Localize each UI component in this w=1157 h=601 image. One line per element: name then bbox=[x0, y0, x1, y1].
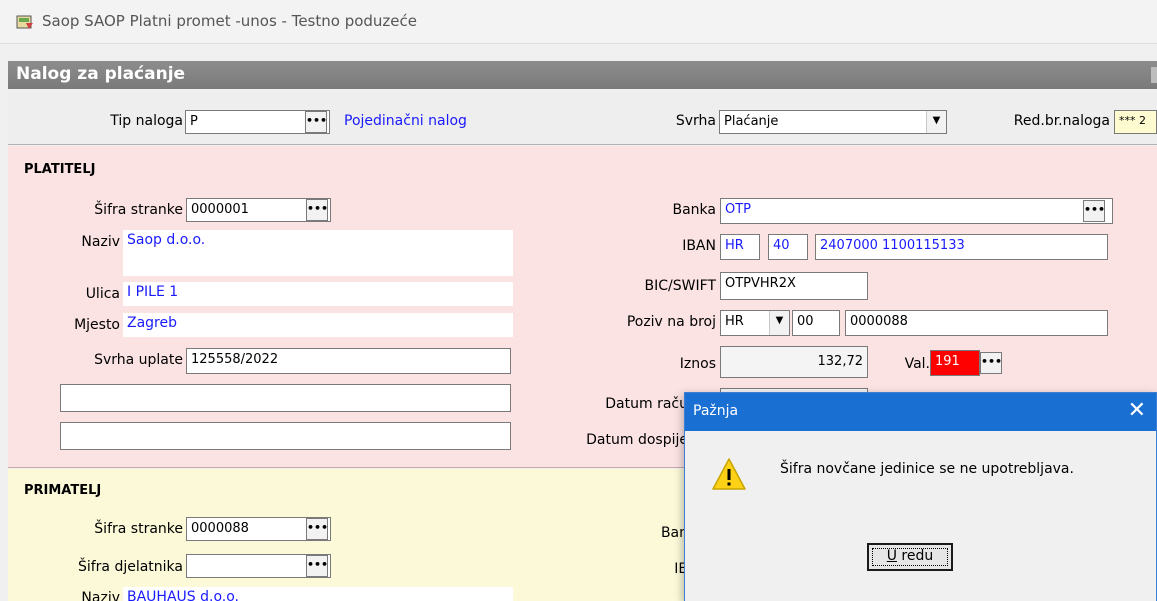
focus-ring bbox=[872, 548, 948, 566]
tip-naloga-value: P bbox=[190, 114, 198, 129]
form-header: Nalog za plaćanje bbox=[8, 61, 1157, 89]
platitelj-poziv-model-field[interactable]: 00 bbox=[792, 310, 840, 336]
dialog-body: Šifra novčane jedinice se ne upotrebljav… bbox=[685, 431, 1156, 601]
platitelj-naziv-value: Saop d.o.o. bbox=[127, 232, 206, 248]
primatelj-sifra-value: 0000088 bbox=[191, 521, 249, 536]
platitelj-iban-country-value: HR bbox=[725, 238, 744, 253]
tip-naloga-description: Pojedinačni nalog bbox=[344, 113, 467, 129]
platitelj-sifra-label: Šifra stranke bbox=[94, 202, 183, 218]
platitelj-banka-value: OTP bbox=[725, 202, 752, 217]
dialog-title: Pažnja bbox=[693, 403, 739, 419]
platitelj-iban-check-field[interactable]: 40 bbox=[768, 234, 808, 260]
ok-button[interactable]: U redu bbox=[867, 543, 953, 571]
primatelj-naziv-value: BAUHAUS d.o.o. bbox=[127, 589, 239, 601]
order-type-row: Tip naloga P ••• Pojedinačni nalog Svrha… bbox=[8, 90, 1157, 145]
platitelj-iznos-value: 132,72 bbox=[817, 354, 864, 369]
primatelj-naziv-label: Naziv bbox=[81, 590, 120, 601]
platitelj-poziv-label: Poziv na broj bbox=[626, 314, 716, 330]
form-title: Nalog za plaćanje bbox=[16, 64, 186, 84]
platitelj-naziv-field[interactable]: Saop d.o.o. bbox=[123, 230, 513, 276]
platitelj-iban-country-field[interactable]: HR bbox=[720, 234, 760, 260]
platitelj-sifra-value: 0000001 bbox=[191, 202, 249, 217]
platitelj-naziv-label: Naziv bbox=[81, 234, 120, 250]
platitelj-poziv-model-value: 00 bbox=[797, 314, 814, 329]
app-icon bbox=[16, 15, 33, 29]
platitelj-sifra-lookup-button[interactable]: ••• bbox=[306, 199, 328, 221]
platitelj-svrha-uplate-field[interactable]: 125558/2022 bbox=[186, 348, 511, 374]
redbr-value: *** 2 bbox=[1119, 114, 1146, 127]
tip-naloga-label: Tip naloga bbox=[110, 113, 183, 129]
primatelj-naziv-field[interactable]: BAUHAUS d.o.o. bbox=[123, 587, 513, 601]
platitelj-mjesto-label: Mjesto bbox=[74, 317, 120, 333]
svrha-label: Svrha bbox=[675, 113, 716, 129]
platitelj-iznos-label: Iznos bbox=[679, 356, 716, 372]
primatelj-sifra-label: Šifra stranke bbox=[94, 521, 183, 537]
platitelj-datum-dospijeca-label: Datum dospije bbox=[586, 432, 688, 448]
platitelj-ulica-label: Ulica bbox=[85, 286, 120, 302]
primatelj-iban-label: IB bbox=[674, 561, 688, 577]
platitelj-mjesto-value: Zagreb bbox=[127, 315, 178, 331]
platitelj-bic-value: OTPVHR2X bbox=[725, 276, 796, 291]
platitelj-mjesto-field[interactable]: Zagreb bbox=[123, 313, 513, 337]
platitelj-ulica-field[interactable]: I PILE 1 bbox=[123, 282, 513, 306]
platitelj-banka-lookup-button[interactable]: ••• bbox=[1083, 200, 1105, 222]
dialog-message: Šifra novčane jedinice se ne upotrebljav… bbox=[780, 461, 1074, 477]
primatelj-djelatnik-label: Šifra djelatnika bbox=[77, 559, 183, 575]
platitelj-poziv-country-select[interactable]: HR ▼ bbox=[720, 310, 790, 336]
chevron-down-icon[interactable]: ▼ bbox=[926, 111, 946, 133]
platitelj-iban-number-value: 2407000 1100115133 bbox=[820, 238, 965, 253]
platitelj-ulica-value: I PILE 1 bbox=[127, 284, 179, 300]
primatelj-djelatnik-lookup-button[interactable]: ••• bbox=[306, 555, 328, 577]
platitelj-banka-label: Banka bbox=[672, 202, 717, 218]
platitelj-val-label: Val. bbox=[904, 356, 930, 372]
dialog-titlebar: Pažnja ✕ bbox=[685, 393, 1156, 431]
platitelj-poziv-country-value: HR bbox=[725, 314, 744, 329]
platitelj-title: PLATITELJ bbox=[24, 162, 96, 177]
platitelj-svrha-extra1-field[interactable] bbox=[60, 384, 511, 412]
tip-naloga-lookup-button[interactable]: ••• bbox=[305, 111, 327, 133]
close-icon[interactable]: ✕ bbox=[1128, 399, 1146, 423]
platitelj-val-value: 191 bbox=[935, 354, 960, 369]
primatelj-sifra-lookup-button[interactable]: ••• bbox=[306, 518, 328, 540]
platitelj-iban-check-value: 40 bbox=[773, 238, 790, 253]
primatelj-banka-label: Ban bbox=[660, 525, 688, 541]
platitelj-poziv-number-field[interactable]: 0000088 bbox=[845, 310, 1108, 336]
platitelj-svrha-uplate-value: 125558/2022 bbox=[191, 352, 279, 367]
platitelj-poziv-number-value: 0000088 bbox=[850, 314, 908, 329]
window-titlebar: Saop SAOP Platni promet -unos - Testno p… bbox=[0, 0, 1157, 44]
primatelj-title: PRIMATELJ bbox=[24, 483, 102, 498]
platitelj-iban-number-field[interactable]: 2407000 1100115133 bbox=[815, 234, 1108, 260]
svrha-select[interactable]: Plaćanje ▼ bbox=[719, 110, 947, 134]
platitelj-svrha-extra2-field[interactable] bbox=[60, 422, 511, 450]
platitelj-datum-racuna-label: Datum raču bbox=[605, 396, 688, 412]
platitelj-bic-label: BIC/SWIFT bbox=[644, 278, 716, 294]
warning-dialog: Pažnja ✕ Šifra novčane jedinice se ne up… bbox=[684, 392, 1157, 601]
platitelj-svrha-uplate-label: Svrha uplate bbox=[94, 352, 183, 368]
platitelj-iznos-field[interactable]: 132,72 bbox=[720, 346, 868, 378]
svrha-value: Plaćanje bbox=[724, 114, 779, 129]
redbr-field[interactable]: *** 2 bbox=[1114, 110, 1157, 134]
platitelj-val-lookup-button[interactable]: ••• bbox=[980, 352, 1002, 374]
platitelj-bic-field[interactable]: OTPVHR2X bbox=[720, 272, 868, 300]
platitelj-val-field[interactable]: 191 bbox=[930, 350, 980, 376]
platitelj-iban-label: IBAN bbox=[682, 238, 716, 254]
chevron-down-icon[interactable]: ▼ bbox=[769, 311, 789, 335]
redbr-label: Red.br.naloga bbox=[1013, 113, 1110, 129]
window-title: Saop SAOP Platni promet -unos - Testno p… bbox=[42, 12, 418, 30]
header-scroll-button[interactable] bbox=[1151, 67, 1157, 83]
warning-icon bbox=[712, 458, 746, 490]
platitelj-banka-field[interactable]: OTP bbox=[720, 198, 1113, 224]
